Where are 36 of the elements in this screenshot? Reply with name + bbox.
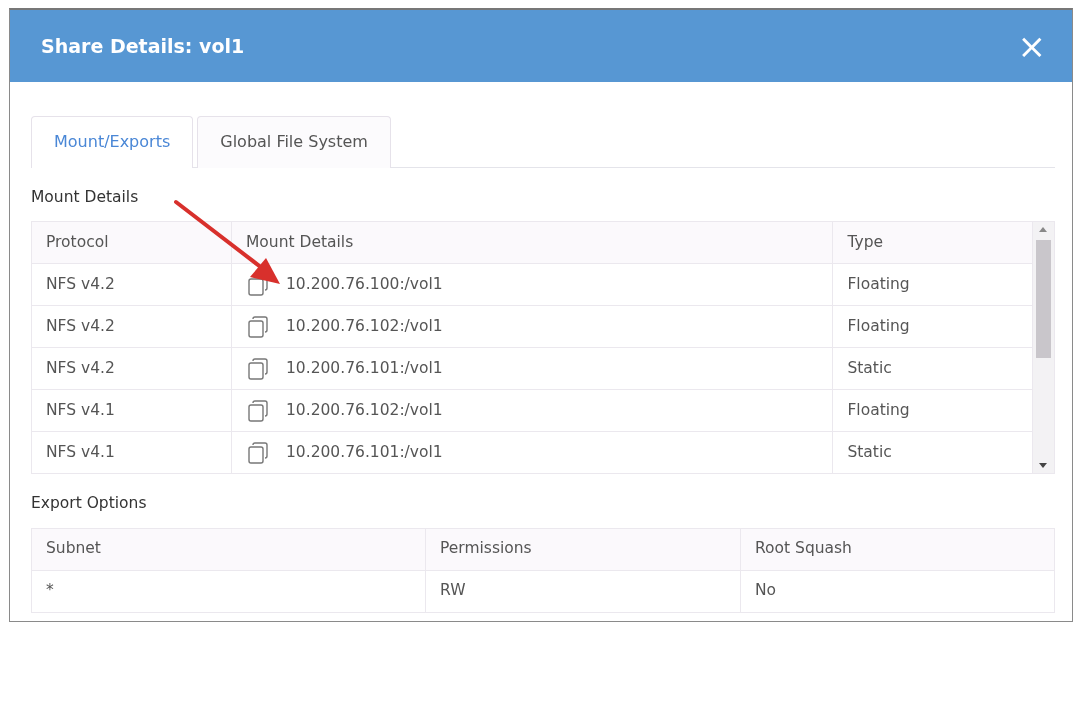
table-cell: NFS v4.2	[31, 305, 232, 348]
copy-icon[interactable]	[246, 398, 270, 423]
mount-path: 10.200.76.100:/vol1	[286, 274, 443, 296]
column-header: Mount Details	[231, 221, 833, 264]
table-cell: NFS v4.1	[31, 389, 232, 432]
column-header: Root Squash	[740, 528, 1055, 570]
column-header: Permissions	[425, 528, 741, 570]
column-header: Type	[832, 221, 1033, 264]
table-cell: Floating	[832, 263, 1033, 306]
table-cell: Floating	[832, 389, 1033, 432]
table-cell: No	[740, 570, 1055, 612]
close-button[interactable]: ×	[1013, 29, 1050, 63]
scrollbar-thumb[interactable]	[1036, 240, 1052, 359]
table-cell: NFS v4.2	[31, 263, 232, 306]
table-cell: RW	[425, 570, 741, 612]
mount-path: 10.200.76.102:/vol1	[286, 400, 443, 422]
copy-icon[interactable]	[246, 440, 270, 465]
dialog-title: Share Details: vol1	[41, 33, 245, 59]
table-cell: NFS v4.2	[31, 347, 232, 390]
table-cell: Static	[832, 431, 1033, 474]
column-header: Protocol	[31, 221, 232, 264]
copy-icon[interactable]	[246, 314, 270, 339]
tab[interactable]: Global File System	[197, 116, 391, 168]
mount-path: 10.200.76.101:/vol1	[286, 442, 443, 464]
scrollbar[interactable]	[1033, 221, 1055, 475]
table-cell: Static	[832, 347, 1033, 390]
mount-path: 10.200.76.101:/vol1	[286, 358, 443, 380]
tab[interactable]: Mount/Exports	[31, 116, 194, 168]
table-cell: NFS v4.1	[31, 431, 232, 474]
table-cell: *	[31, 570, 426, 612]
column-header: Subnet	[31, 528, 426, 570]
table-cell: Floating	[832, 305, 1033, 348]
section-title: Export Options	[31, 493, 148, 515]
section-title: Mount Details	[31, 187, 140, 208]
copy-icon[interactable]	[246, 356, 270, 381]
mount-path: 10.200.76.102:/vol1	[286, 316, 443, 338]
